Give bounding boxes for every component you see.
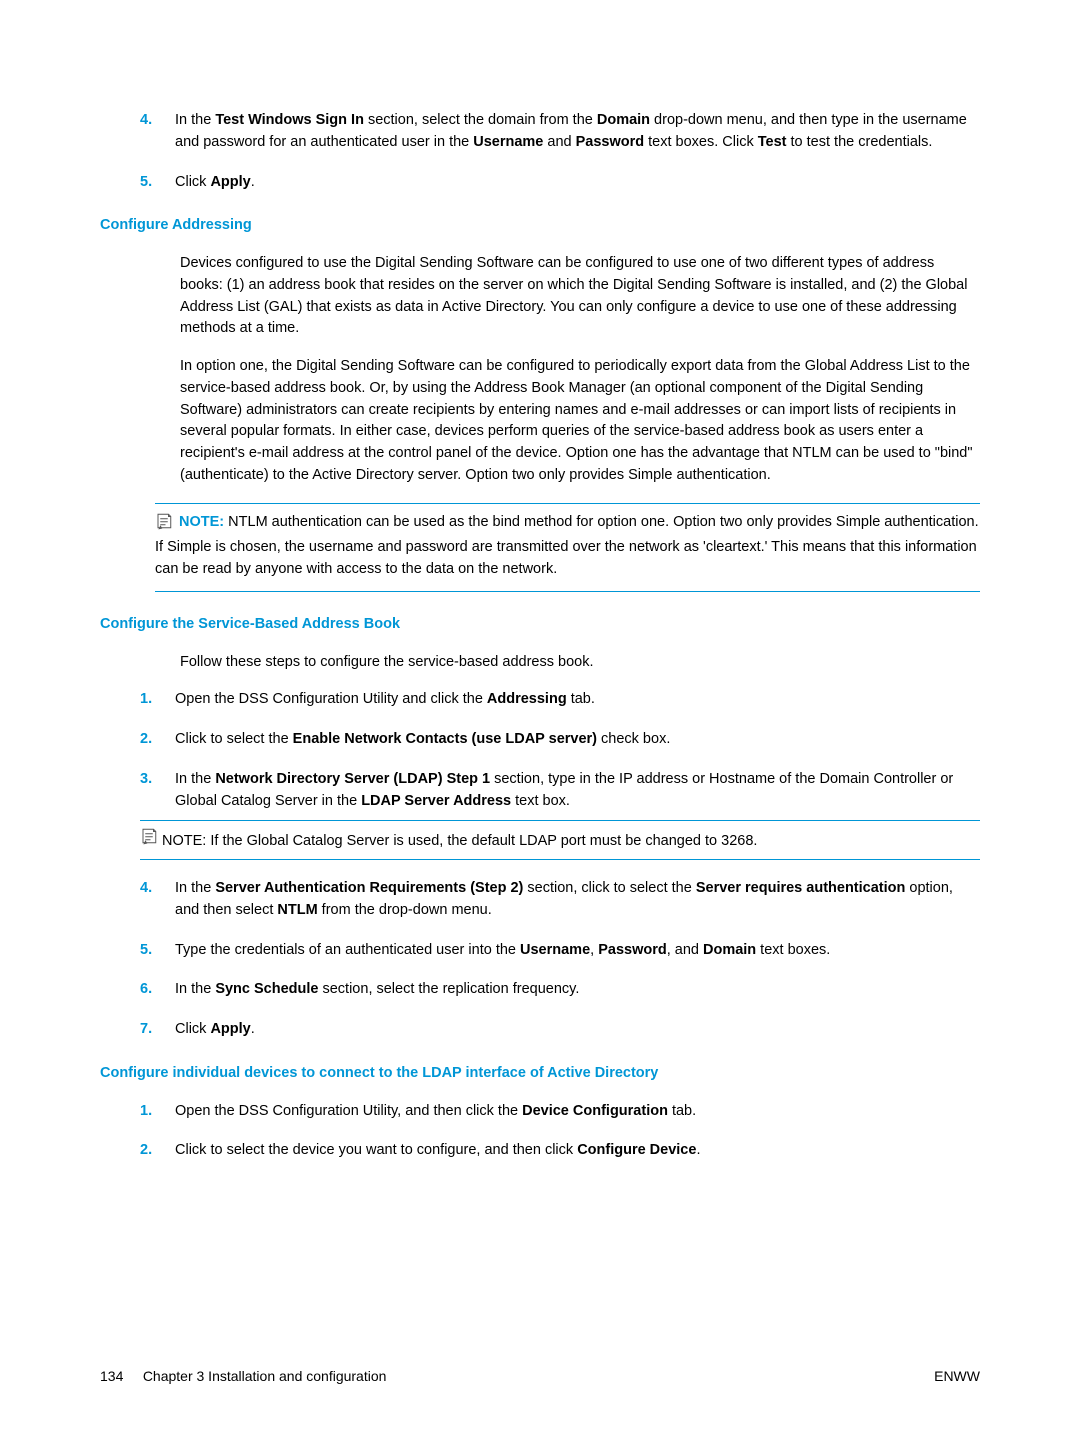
bold: NTLM [277,902,317,918]
text: section, select the domain from the [364,112,597,128]
step-number: 5. [140,172,152,194]
text: section, click to select the [523,880,695,896]
bold: Username [473,134,543,150]
bold: Enable Network Contacts (use LDAP server… [293,731,597,747]
bold: Server Authentication Requirements (Step… [215,880,523,896]
text: from the drop-down menu. [318,902,492,918]
text: Click [175,1021,210,1037]
bold: Password [598,942,667,958]
svc-step-4: 4. In the Server Authentication Requirem… [140,878,980,922]
paragraph: Follow these steps to configure the serv… [180,652,980,674]
step-number: 4. [140,110,152,132]
text: check box. [597,731,670,747]
chapter-label: Chapter 3 Installation and configuration [143,1368,387,1384]
bold: LDAP Server Address [361,793,511,809]
heading-configure-addressing: Configure Addressing [100,215,980,237]
note-icon [140,833,158,849]
step-5: 5. Click Apply. [140,172,980,194]
text: Open the DSS Configuration Utility, and … [175,1103,522,1119]
svc-step-1: 1. Open the DSS Configuration Utility an… [140,689,980,711]
text: Click to select the [175,731,293,747]
text: text boxes. Click [644,134,758,150]
text: tab. [668,1103,696,1119]
bold: Apply [210,1021,250,1037]
step-number: 7. [140,1019,152,1041]
nested-note: NOTE: If the Global Catalog Server is us… [140,820,980,860]
svc-step-6: 6. In the Sync Schedule section, select … [140,979,980,1001]
step-number: 1. [140,689,152,711]
note-icon [155,512,173,538]
bold: Test Windows Sign In [215,112,364,128]
individual-steps: 1. Open the DSS Configuration Utility, a… [140,1101,980,1163]
bold: Server requires authentication [696,880,906,896]
bold: Sync Schedule [215,981,318,997]
service-steps: 1. Open the DSS Configuration Utility an… [140,689,980,1041]
text: Click [175,174,210,190]
bold: Domain [597,112,650,128]
text: In the [175,880,215,896]
bold: Domain [703,942,756,958]
note-text: If the Global Catalog Server is used, th… [210,833,757,849]
note-block: NOTE: NTLM authentication can be used as… [155,503,980,592]
heading-configure-service-based: Configure the Service-Based Address Book [100,614,980,636]
note-label: NOTE: [162,833,206,849]
top-continuing-steps: 4. In the Test Windows Sign In section, … [140,110,980,193]
text: Open the DSS Configuration Utility and c… [175,691,487,707]
step-number: 6. [140,979,152,1001]
text: . [251,1021,255,1037]
text: In the [175,112,215,128]
bold: Password [576,134,645,150]
bold: Configure Device [577,1142,696,1158]
step-4: 4. In the Test Windows Sign In section, … [140,110,980,154]
bold: Network Directory Server (LDAP) Step 1 [215,771,490,787]
svc-step-3: 3. In the Network Directory Server (LDAP… [140,769,980,860]
ind-step-1: 1. Open the DSS Configuration Utility, a… [140,1101,980,1123]
step-number: 2. [140,1140,152,1162]
bold: Device Configuration [522,1103,668,1119]
bold: Username [520,942,590,958]
svc-step-2: 2. Click to select the Enable Network Co… [140,729,980,751]
text: text boxes. [756,942,830,958]
text: In the [175,771,215,787]
svc-step-5: 5. Type the credentials of an authentica… [140,940,980,962]
text: to test the credentials. [787,134,933,150]
note-label: NOTE: [179,514,224,530]
text: , [590,942,598,958]
bold: Addressing [487,691,567,707]
heading-configure-individual-devices: Configure individual devices to connect … [100,1063,980,1085]
text: In the [175,981,215,997]
text: Click to select the device you want to c… [175,1142,577,1158]
step-number: 5. [140,940,152,962]
text: . [251,174,255,190]
step-number: 1. [140,1101,152,1123]
text: Type the credentials of an authenticated… [175,942,520,958]
page-number: 134 [100,1368,123,1384]
step-number: 4. [140,878,152,900]
step-number: 2. [140,729,152,751]
text: tab. [567,691,595,707]
text: text box. [511,793,570,809]
bold: Test [758,134,787,150]
page-footer: 134 Chapter 3 Installation and configura… [100,1366,980,1387]
text: section, select the replication frequenc… [318,981,579,997]
text: , and [667,942,703,958]
note-text: NTLM authentication can be used as the b… [155,514,979,578]
step-number: 3. [140,769,152,791]
paragraph: Devices configured to use the Digital Se… [180,253,980,340]
paragraph: In option one, the Digital Sending Softw… [180,356,980,487]
svc-step-7: 7. Click Apply. [140,1019,980,1041]
footer-right: ENWW [934,1366,980,1387]
text: and [543,134,575,150]
bold: Apply [210,174,250,190]
ind-step-2: 2. Click to select the device you want t… [140,1140,980,1162]
text: . [696,1142,700,1158]
